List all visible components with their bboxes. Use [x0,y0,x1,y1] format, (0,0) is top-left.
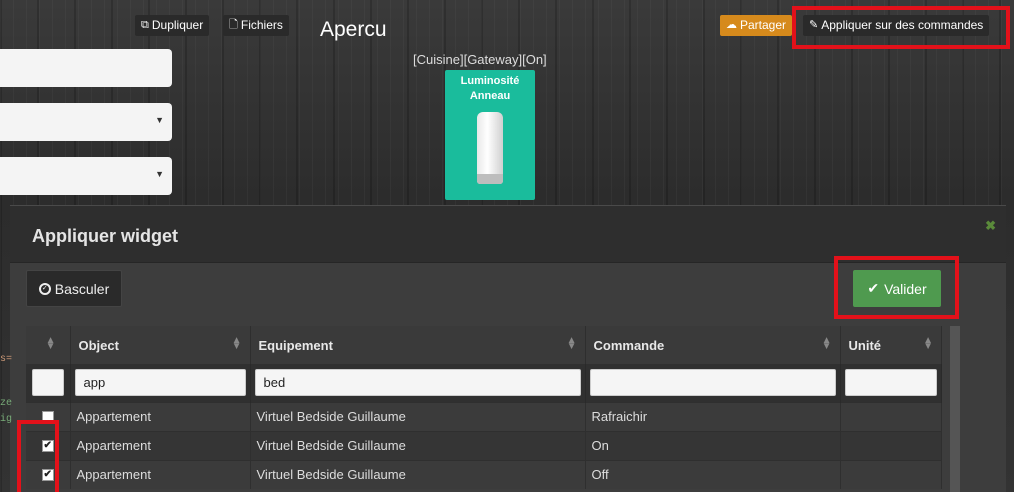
cell-equipment: Virtuel Bedside Guillaume [250,459,586,489]
filter-unit-input[interactable] [844,369,937,397]
check-circle-icon: ✓ [38,282,51,295]
cell-command: Off [585,459,841,489]
background-code-fragment: ig [0,414,13,425]
background-code-fragment: s= [0,354,13,365]
sort-icon: ▲ ▼ [566,335,577,352]
column-header-unit[interactable]: Unité ▲ ▼ [840,326,942,364]
highlight-validate-button [834,256,959,319]
cell-object: Appartement [70,430,251,460]
toggle-label: Basculer [54,280,110,297]
highlight-checkboxes [17,420,59,492]
table-row: Appartement Virtuel Bedside Guillaume Ra… [26,401,942,431]
table-row: ✔ Appartement Virtuel Bedside Guillaume … [26,430,942,460]
file-icon: 🗋 [229,19,238,31]
chevron-down-icon: ▼ [155,169,164,179]
column-header-object-label: Object [78,337,119,353]
share-button[interactable]: ☁ Partager [720,15,793,36]
sort-icon: ▲ ▼ [821,335,832,352]
filter-select[interactable] [32,369,64,397]
cloud-upload-icon: ☁ [726,19,737,31]
column-header-command[interactable]: Commande ▲ ▼ [585,326,841,364]
cell-unit [840,430,942,460]
sort-icon: ▲ ▼ [923,335,933,352]
cell-object: Appartement [70,401,251,431]
files-label: Fichiers [240,18,283,32]
column-header-unit-label: Unité [848,337,882,353]
share-label: Partager [740,18,787,32]
close-icon[interactable]: ✖ [985,218,996,234]
filter-equipment-input[interactable] [254,369,581,397]
chevron-down-icon: ▼ [155,115,164,125]
column-header-equipment-label: Equipement [258,337,333,353]
cell-unit [840,401,942,431]
sort-icon: ▲ ▼ [231,335,242,352]
apply-widget-modal: Appliquer widget ✖ ✓ Basculer ✔ Valider … [10,205,1006,492]
modal-header: Appliquer widget ✖ [10,206,1006,263]
preview-path: [Cuisine][Gateway][On] [413,52,547,67]
widget-line2: Anneau [469,90,511,102]
widget-line1: Luminosité [460,75,520,87]
sort-icon: ▲ ▼ [45,335,56,352]
cell-equipment: Virtuel Bedside Guillaume [250,430,586,460]
duplicate-label: Dupliquer [151,18,204,32]
filter-command-input[interactable] [589,369,836,397]
select-column-header[interactable]: ▲ ▼ [26,326,71,364]
column-header-object[interactable]: Object ▲ ▼ [70,326,251,364]
table-header-row: ▲ ▼ Object ▲ ▼ Equipement ▲ ▼ Commande ▲ ▼ U… [26,326,942,364]
cell-command: Rafraichir [585,401,841,431]
files-button[interactable]: 🗋 Fichiers [223,15,289,36]
cell-equipment: Virtuel Bedside Guillaume [250,401,586,431]
type-select[interactable]: ▼ [0,103,172,141]
cell-object: Appartement [70,459,251,489]
column-header-command-label: Commande [593,337,665,353]
copy-icon: ⧉ [141,19,149,31]
modal-title: Appliquer widget [32,226,178,246]
toggle-button[interactable]: ✓ Basculer [26,270,122,307]
background-code-fragment: ze [0,398,13,409]
subtype-select[interactable]: ▼ [0,157,172,195]
cell-command: On [585,430,841,460]
cell-unit [840,459,942,489]
preview-title: Apercu [320,18,387,41]
scrollbar[interactable] [950,326,960,492]
commands-table: ▲ ▼ Object ▲ ▼ Equipement ▲ ▼ Commande ▲ ▼ U… [26,326,942,489]
highlight-apply-button [792,6,1010,49]
column-header-equipment[interactable]: Equipement ▲ ▼ [250,326,586,364]
filter-row [26,364,942,402]
widget-preview: Luminosité Anneau [445,70,535,200]
lamp-icon [477,112,503,184]
filter-object-input[interactable] [74,369,246,397]
duplicate-button[interactable]: ⧉ Dupliquer [135,15,210,36]
table-row: ✔ Appartement Virtuel Bedside Guillaume … [26,459,942,489]
name-field[interactable] [0,49,172,87]
